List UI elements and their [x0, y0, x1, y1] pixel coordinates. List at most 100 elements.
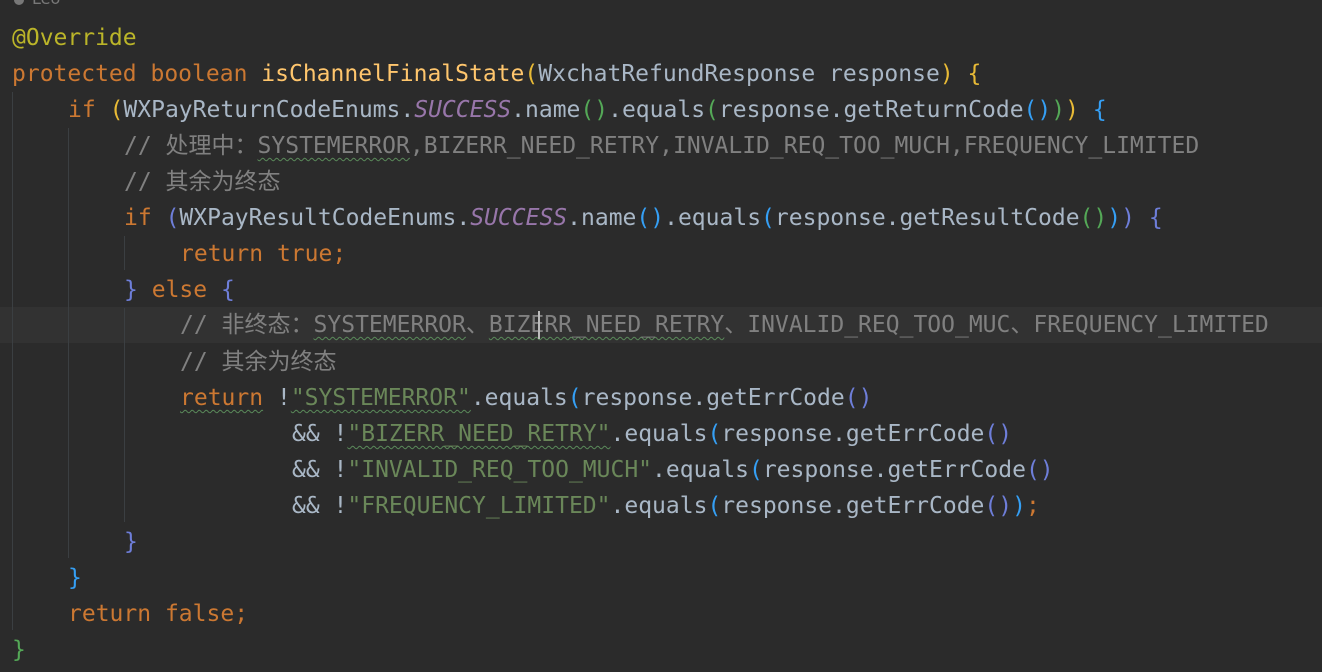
paren: () — [984, 493, 1013, 519]
paren: ( — [707, 421, 722, 447]
code-author-hint: Leo — [14, 0, 60, 10]
enum-class: WXPayReturnCodeEnums. — [123, 97, 415, 123]
keyword-else: else — [151, 277, 208, 303]
operator: && ! — [292, 421, 348, 447]
paren: ( — [705, 97, 719, 123]
brace: { — [220, 277, 235, 303]
string-literal: "INVALID_REQ_TOO_MUCH" — [347, 457, 653, 483]
string-literal: "SYSTEMERROR" — [290, 385, 471, 411]
string-literal: "BIZERR_NEED_RETRY" — [347, 421, 611, 447]
paren: ( — [707, 493, 722, 519]
keyword-false: false — [164, 601, 235, 627]
paren: ( — [748, 457, 763, 483]
paren: () — [636, 205, 665, 231]
code-line-17: return false; — [68, 596, 248, 632]
code-line-1: @Override — [12, 20, 137, 56]
comment: // 非终态： — [180, 312, 314, 338]
code-line-12: && !"BIZERR_NEED_RETRY".equals(response.… — [292, 416, 1012, 452]
brace: { — [1148, 205, 1163, 231]
code-editor[interactable]: Leo @Override protected boolean isChanne… — [0, 0, 1322, 672]
comment-typo: BIZERR_NEED_RETRY — [488, 312, 725, 338]
code-line-11: return !"SYSTEMERROR".equals(response.ge… — [180, 380, 872, 416]
code-line-10: // 其余为终态 — [180, 344, 337, 380]
method-name: isChannelFinalState — [261, 61, 525, 87]
indent-guide — [124, 308, 125, 522]
brace: { — [967, 61, 982, 87]
comment: // 处理中： — [124, 133, 258, 159]
comment-typo: SYSTEMERROR — [257, 133, 410, 159]
method-call: response.getResultCode — [774, 205, 1080, 231]
comment: 、INVALID_REQ_TOO_MUC、FREQUENCY_LIMITED — [724, 312, 1269, 338]
code-line-14: && !"FREQUENCY_LIMITED".equals(response.… — [292, 488, 1040, 524]
method-call: .equals — [664, 205, 762, 231]
method-call: response.getErrCode — [581, 385, 845, 411]
method-call: .name — [511, 97, 581, 123]
method-call: .equals — [652, 457, 749, 483]
method-call: .equals — [610, 421, 708, 447]
comment-typo: SYSTEMERROR — [313, 312, 466, 338]
code-line-16: } — [68, 560, 82, 596]
enum-class: WXPayResultCodeEnums. — [179, 205, 471, 231]
semicolon: ; — [1025, 493, 1040, 519]
enum-constant: SUCCESS — [470, 205, 568, 231]
paren: ( — [567, 385, 582, 411]
paren: ) — [1065, 97, 1079, 123]
code-line-5: // 其余为终态 — [124, 164, 281, 200]
paren: () — [580, 97, 609, 123]
semicolon: ; — [234, 601, 249, 627]
brace: } — [68, 565, 82, 591]
method-parameter: WxchatRefundResponse response — [538, 61, 940, 87]
code-line-3: if (WXPayReturnCodeEnums.SUCCESS.name().… — [68, 92, 1107, 128]
method-call: response.getReturnCode — [718, 97, 1024, 123]
code-line-4: // 处理中：SYSTEMERROR,BIZERR_NEED_RETRY,INV… — [124, 128, 1199, 164]
keyword-protected: protected — [12, 61, 137, 87]
comment: // 其余为终态 — [124, 169, 281, 195]
annotation: @Override — [12, 25, 137, 51]
comment: 、 — [465, 312, 489, 338]
code-line-13: && !"INVALID_REQ_TOO_MUCH".equals(respon… — [292, 452, 1054, 488]
paren: () — [844, 385, 873, 411]
paren: () — [984, 421, 1013, 447]
person-icon — [14, 0, 24, 5]
method-call: response.getErrCode — [762, 457, 1026, 483]
code-line-15: } — [124, 524, 138, 560]
keyword-if: if — [124, 205, 152, 231]
paren: ( — [524, 61, 539, 87]
method-call: response.getErrCode — [721, 421, 985, 447]
keyword-true: true — [276, 241, 333, 267]
keyword-return: return — [180, 385, 264, 411]
paren: ( — [165, 205, 180, 231]
operator: ! — [276, 385, 291, 411]
paren: ) — [1012, 493, 1026, 519]
brace: } — [12, 637, 26, 663]
code-line-7: return true; — [180, 236, 346, 272]
paren: () — [1025, 457, 1054, 483]
method-call: .equals — [470, 385, 568, 411]
method-call: .name — [567, 205, 637, 231]
code-line-18: } — [12, 632, 26, 668]
paren: ) — [1051, 97, 1066, 123]
author-name: Leo — [32, 0, 60, 8]
brace: } — [124, 277, 138, 303]
keyword-if: if — [68, 97, 96, 123]
semicolon: ; — [332, 241, 347, 267]
method-call: .equals — [608, 97, 706, 123]
code-line-6: if (WXPayResultCodeEnums.SUCCESS.name().… — [124, 200, 1163, 236]
indent-guide — [124, 236, 125, 270]
indent-guide — [68, 128, 69, 558]
string-literal: "FREQUENCY_LIMITED" — [347, 493, 611, 519]
code-line-9: // 非终态：SYSTEMERROR、BIZERR_NEED_RETRY、INV… — [180, 307, 1269, 343]
operator: && ! — [292, 493, 348, 519]
brace: { — [1092, 97, 1107, 123]
